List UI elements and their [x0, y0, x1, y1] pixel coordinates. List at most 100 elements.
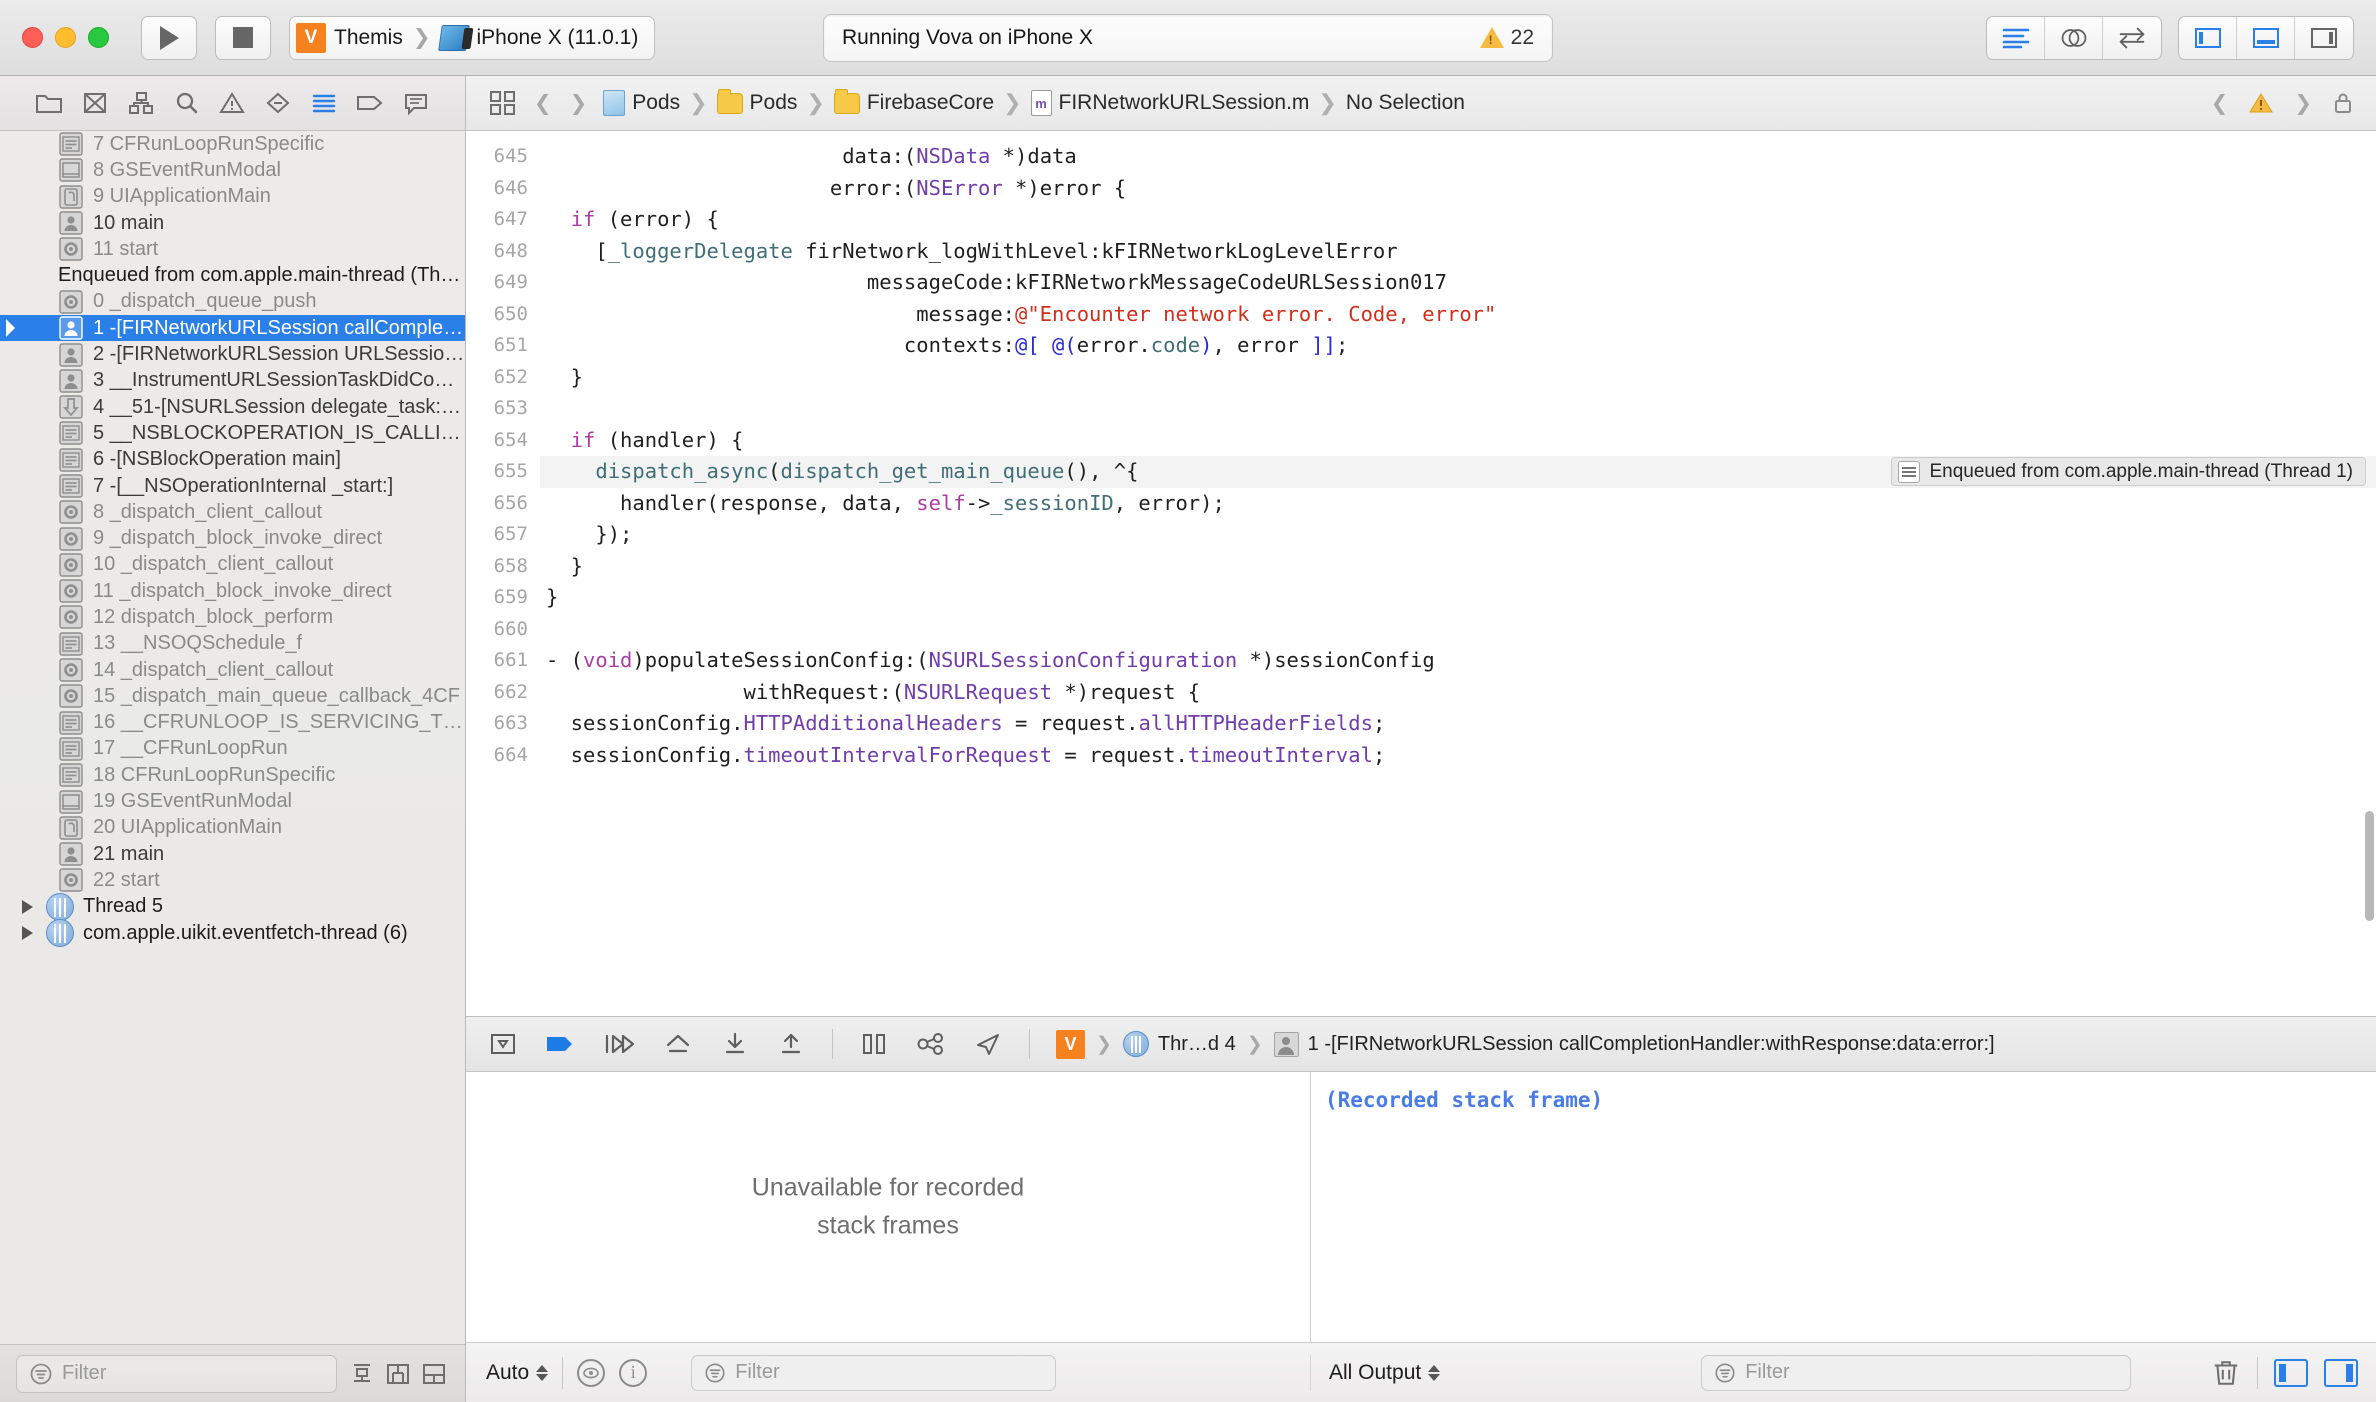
- stack-frame-row[interactable]: 11 _dispatch_block_invoke_direct: [0, 578, 465, 604]
- stack-frame-row[interactable]: 0 _dispatch_queue_push: [0, 289, 465, 315]
- filter-threads-icon[interactable]: [419, 1361, 449, 1387]
- scheme-selector[interactable]: V Themis ❯ iPhone X (11.0.1): [289, 15, 656, 60]
- console-output-popup[interactable]: All Output: [1329, 1361, 1441, 1385]
- thread-row[interactable]: com.apple.uikit.eventfetch-thread (6): [0, 919, 465, 948]
- code-line[interactable]: sessionConfig.timeoutIntervalForRequest …: [540, 740, 2376, 772]
- minimize-button[interactable]: [55, 27, 76, 48]
- stack-frame-row[interactable]: 8 GSEventRunModal: [0, 157, 465, 183]
- warning-indicator[interactable]: 22: [1479, 26, 1534, 50]
- back-chevron-icon[interactable]: ❮: [534, 91, 552, 116]
- code-line[interactable]: handler(response, data, self->_sessionID…: [540, 488, 2376, 520]
- tab-find-navigator[interactable]: [168, 84, 206, 122]
- stack-frame-row[interactable]: 22 start: [0, 867, 465, 893]
- code-line[interactable]: }: [540, 551, 2376, 583]
- previous-issue-icon[interactable]: ❮: [2211, 91, 2229, 116]
- close-button[interactable]: [22, 27, 43, 48]
- code-content[interactable]: data:(NSData *)data error:(NSError *)err…: [540, 131, 2376, 1016]
- info-icon[interactable]: i: [619, 1358, 648, 1387]
- console-view[interactable]: (Recorded stack frame): [1311, 1072, 2376, 1342]
- variables-view[interactable]: Unavailable for recorded stack frames: [466, 1072, 1311, 1342]
- stack-frame-row[interactable]: 19 GSEventRunModal: [0, 788, 465, 814]
- watch-expression-icon[interactable]: [577, 1358, 606, 1387]
- breadcrumb-item[interactable]: FirebaseCore: [833, 88, 994, 115]
- code-line[interactable]: }: [540, 582, 2376, 614]
- code-line[interactable]: data:(NSData *)data: [540, 141, 2376, 173]
- step-over-button[interactable]: [662, 1031, 694, 1057]
- stack-frame-row[interactable]: 7 -[__NSOperationInternal _start:]: [0, 473, 465, 499]
- toggle-debug-area-button[interactable]: [2237, 16, 2295, 59]
- breadcrumb-item[interactable]: Pods: [716, 88, 797, 115]
- stack-frame-row[interactable]: 17 __CFRunLoopRun: [0, 736, 465, 762]
- version-editor-button[interactable]: [2103, 17, 2161, 59]
- lock-icon[interactable]: [2332, 90, 2354, 116]
- continue-button[interactable]: [602, 1031, 636, 1057]
- show-all-frames-icon[interactable]: [383, 1361, 413, 1387]
- stack-frame-row[interactable]: 10 main: [0, 210, 465, 236]
- stack-frame-row[interactable]: 15 _dispatch_main_queue_callback_4CF: [0, 683, 465, 709]
- debug-breadcrumb[interactable]: V ❯ Thr…d 4 ❯ 1 -[FIRNetworkURLSession callC…: [1056, 1029, 1995, 1059]
- tab-report-navigator[interactable]: [397, 84, 435, 122]
- debug-memory-graph-button[interactable]: [915, 1031, 947, 1057]
- code-line[interactable]: withRequest:(NSURLRequest *)request {: [540, 677, 2376, 709]
- stack-frame-row[interactable]: 7 CFRunLoopRunSpecific: [0, 131, 465, 157]
- issue-warning-icon[interactable]: [2248, 91, 2274, 115]
- stack-frame-row[interactable]: 16 __CFRUNLOOP_IS_SERVICING_THE_MAIN_DIS…: [0, 710, 465, 736]
- simulate-location-button[interactable]: [973, 1031, 1003, 1057]
- stack-frame-row[interactable]: 11 start: [0, 236, 465, 262]
- breadcrumb-item[interactable]: No Selection: [1346, 91, 1465, 115]
- deactivate-breakpoints-button[interactable]: [544, 1031, 576, 1057]
- tab-project-navigator[interactable]: [30, 84, 68, 122]
- code-line[interactable]: [_loggerDelegate firNetwork_logWithLevel…: [540, 236, 2376, 268]
- stack-frame-row[interactable]: 6 -[NSBlockOperation main]: [0, 447, 465, 473]
- code-line[interactable]: - (void)populateSessionConfig:(NSURLSess…: [540, 645, 2376, 677]
- assistant-editor-button[interactable]: [2045, 16, 2103, 59]
- trash-icon[interactable]: [2211, 1358, 2241, 1388]
- hide-debug-area-button[interactable]: [488, 1031, 518, 1057]
- enqueued-from-annotation[interactable]: Enqueued from com.apple.main-thread (Thr…: [1891, 457, 2366, 486]
- code-line[interactable]: if (handler) {: [540, 425, 2376, 457]
- forward-chevron-icon[interactable]: ❯: [570, 91, 588, 116]
- breadcrumb-item[interactable]: m FIRNetworkURLSession.m: [1030, 90, 1309, 116]
- stack-frame-row[interactable]: 13 __NSOQSchedule_f: [0, 631, 465, 657]
- tab-debug-navigator[interactable]: [305, 84, 343, 122]
- stack-frame-row[interactable]: 21 main: [0, 841, 465, 867]
- stack-frame-row[interactable]: 18 CFRunLoopRunSpecific: [0, 762, 465, 788]
- console-filter-input[interactable]: Filter: [1701, 1354, 2132, 1391]
- source-code-editor[interactable]: 645 646 647 648 649 650 651 652 653 654 655 656 657 6…: [466, 131, 2376, 1016]
- stop-button[interactable]: [215, 15, 271, 60]
- tab-test-navigator[interactable]: [259, 84, 297, 122]
- stack-frame-row[interactable]: 3 __InstrumentURLSessionTaskDidCompleteW…: [0, 368, 465, 394]
- debug-breadcrumb-item[interactable]: V: [1056, 1029, 1085, 1059]
- step-into-button[interactable]: [720, 1031, 750, 1057]
- stack-frame-row[interactable]: 8 _dispatch_client_callout: [0, 499, 465, 525]
- code-line[interactable]: if (error) {: [540, 204, 2376, 236]
- thread-row[interactable]: Thread 5: [0, 892, 465, 921]
- editor-vertical-scrollbar[interactable]: [2365, 811, 2374, 921]
- stack-frame-row[interactable]: 5 __NSBLOCKOPERATION_IS_CALLING_OUT_TO_A…: [0, 420, 465, 446]
- debug-breadcrumb-item[interactable]: 1 -[FIRNetworkURLSession callCompletionH…: [1273, 1031, 1995, 1057]
- code-line[interactable]: [540, 614, 2376, 646]
- navigator-filter-input[interactable]: Filter: [16, 1354, 337, 1393]
- next-issue-icon[interactable]: ❯: [2294, 91, 2312, 116]
- tab-symbol-navigator[interactable]: [122, 84, 160, 122]
- code-line[interactable]: }: [540, 362, 2376, 394]
- code-line[interactable]: messageCode:kFIRNetworkMessageCodeURLSes…: [540, 267, 2376, 299]
- variable-scope-popup[interactable]: Auto: [486, 1361, 549, 1385]
- stack-frame-row[interactable]: 2 -[FIRNetworkURLSession URLSession:task…: [0, 341, 465, 367]
- code-line[interactable]: sessionConfig.HTTPAdditionalHeaders = re…: [540, 708, 2376, 740]
- stack-frame-row[interactable]: 4 __51-[NSURLSession delegate_task:didCo…: [0, 394, 465, 420]
- toggle-navigator-button[interactable]: [2179, 16, 2237, 59]
- debug-breadcrumb-item[interactable]: Thr…d 4: [1122, 1031, 1236, 1057]
- stack-frame-row[interactable]: 1 -[FIRNetworkURLSession callCompletionH…: [0, 315, 465, 342]
- toggle-inspector-button[interactable]: [2295, 17, 2353, 59]
- breadcrumb-item[interactable]: Pods: [603, 90, 680, 116]
- variables-filter-input[interactable]: Filter: [691, 1354, 1057, 1391]
- code-line[interactable]: error:(NSError *)error {: [540, 173, 2376, 205]
- step-out-button[interactable]: [776, 1031, 806, 1057]
- debug-navigator-list[interactable]: 7 CFRunLoopRunSpecific 8 GSEventRunModal 9…: [0, 131, 465, 1344]
- run-button[interactable]: [141, 15, 197, 60]
- stack-frame-row[interactable]: 9 _dispatch_block_invoke_direct: [0, 525, 465, 551]
- disclosure-triangle-icon[interactable]: [22, 899, 33, 914]
- stack-frame-row[interactable]: 10 _dispatch_client_callout: [0, 552, 465, 578]
- show-variables-view-button[interactable]: [2274, 1358, 2308, 1387]
